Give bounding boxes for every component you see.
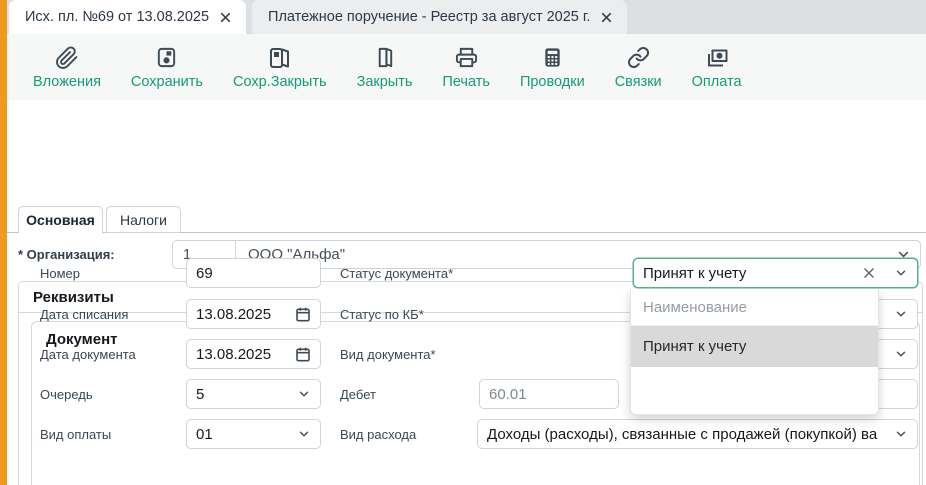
vid-rashoda-select[interactable]: Доходы (расходы), связанные с продажей (…	[477, 419, 918, 449]
toolbar-label: Связки	[615, 75, 662, 90]
save-close-icon	[268, 45, 292, 71]
vid-rashoda-label: Вид расхода	[340, 427, 416, 442]
window-tab-label: Исх. пл. №69 от 13.08.2025	[25, 9, 209, 25]
banknote-icon	[705, 45, 729, 71]
data-dokumenta-value: 13.08.2025	[196, 346, 291, 363]
document-title: Документ	[46, 331, 118, 348]
close-button[interactable]: Закрыть	[357, 45, 413, 90]
chevron-down-icon[interactable]	[894, 266, 908, 280]
tab-osnovnaya[interactable]: Основная	[18, 206, 103, 234]
save-icon	[155, 45, 178, 71]
ochered-value: 5	[196, 386, 293, 403]
close-door-icon	[373, 45, 396, 71]
vid-oplaty-select[interactable]: 01	[186, 419, 321, 449]
chevron-down-icon	[894, 347, 908, 361]
save-button[interactable]: Сохранить	[131, 45, 203, 90]
data-dokumenta-input[interactable]: 13.08.2025	[186, 339, 321, 369]
chevron-down-icon	[894, 427, 908, 441]
form-tab-label: Налоги	[120, 212, 167, 228]
print-button[interactable]: Печать	[442, 45, 490, 90]
toolbar-label: Закрыть	[357, 75, 413, 90]
status-dokumenta-value: Принят к учету	[643, 265, 862, 282]
window-tab-payment-doc[interactable]: Исх. пл. №69 от 13.08.2025	[9, 0, 246, 34]
chevron-down-icon	[297, 387, 311, 401]
calendar-icon[interactable]	[295, 306, 311, 322]
chevron-down-icon	[894, 307, 908, 321]
toolbar: Вложения Сохранить Сохр.Закрыть Закрыть …	[7, 34, 926, 100]
data-spisaniya-value: 13.08.2025	[196, 306, 291, 323]
window-tab-bar: Исх. пл. №69 от 13.08.2025 Платежное пор…	[7, 0, 926, 34]
payment-button[interactable]: Оплата	[692, 45, 742, 90]
organization-label: * Организация:	[18, 247, 115, 262]
data-dokumenta-label: Дата документа	[40, 347, 136, 362]
status-dokumenta-label: Статус документа*	[340, 266, 453, 281]
debet-value: 60.01	[489, 386, 609, 403]
debet-label: Дебет	[340, 387, 376, 402]
nomer-input[interactable]: 69	[186, 258, 321, 288]
save-close-button[interactable]: Сохр.Закрыть	[233, 45, 327, 90]
chain-link-icon	[627, 45, 650, 71]
vid-oplaty-value: 01	[196, 426, 293, 443]
debet-input: 60.01	[479, 379, 619, 409]
toolbar-label: Сохр.Закрыть	[233, 75, 327, 90]
links-button[interactable]: Связки	[615, 45, 662, 90]
dropdown-header: Наименование	[631, 289, 878, 326]
postings-button[interactable]: Проводки	[520, 45, 585, 90]
content-area: Основная Налоги * Организация: 1 ООО "Ал…	[7, 100, 926, 485]
toolbar-label: Оплата	[692, 75, 742, 90]
data-spisaniya-input[interactable]: 13.08.2025	[186, 299, 321, 329]
status-dokumenta-combobox[interactable]: Принят к учету	[633, 258, 918, 288]
vid-oplaty-label: Вид оплаты	[40, 427, 111, 442]
window-tab-registry[interactable]: Платежное поручение - Реестр за август 2…	[252, 0, 627, 34]
status-dokumenta-dropdown: Наименование Принят к учету	[630, 289, 879, 415]
tab-close-icon[interactable]	[600, 11, 613, 24]
nomer-label: Номер	[40, 266, 80, 281]
nomer-value: 69	[196, 265, 311, 282]
data-spisaniya-label: Дата списания	[40, 307, 128, 322]
calendar-icon[interactable]	[295, 346, 311, 362]
chevron-down-icon	[297, 427, 311, 441]
tab-nalogi[interactable]: Налоги	[106, 206, 181, 233]
clear-icon[interactable]	[862, 266, 876, 280]
form-tab-label: Основная	[26, 212, 95, 228]
vid-dokumenta-label: Вид документа*	[340, 347, 436, 362]
vid-rashoda-value: Доходы (расходы), связанные с продажей (…	[487, 426, 890, 443]
toolbar-label: Сохранить	[131, 75, 203, 90]
left-accent-stripe	[0, 0, 7, 485]
paperclip-icon	[55, 45, 79, 71]
toolbar-label: Проводки	[520, 75, 585, 90]
ochered-select[interactable]: 5	[186, 379, 321, 409]
tab-close-icon[interactable]	[219, 11, 232, 24]
toolbar-label: Вложения	[33, 75, 101, 90]
printer-icon	[455, 45, 478, 71]
attachments-button[interactable]: Вложения	[33, 45, 101, 90]
toolbar-label: Печать	[442, 75, 490, 90]
window-tab-label: Платежное поручение - Реестр за август 2…	[268, 9, 590, 25]
app-window: Исх. пл. №69 от 13.08.2025 Платежное пор…	[0, 0, 926, 485]
calculator-icon	[541, 45, 564, 71]
ochered-label: Очередь	[40, 387, 93, 402]
status-po-kb-label: Статус по КБ*	[340, 307, 424, 322]
dropdown-option[interactable]: Принят к учету	[631, 326, 878, 367]
